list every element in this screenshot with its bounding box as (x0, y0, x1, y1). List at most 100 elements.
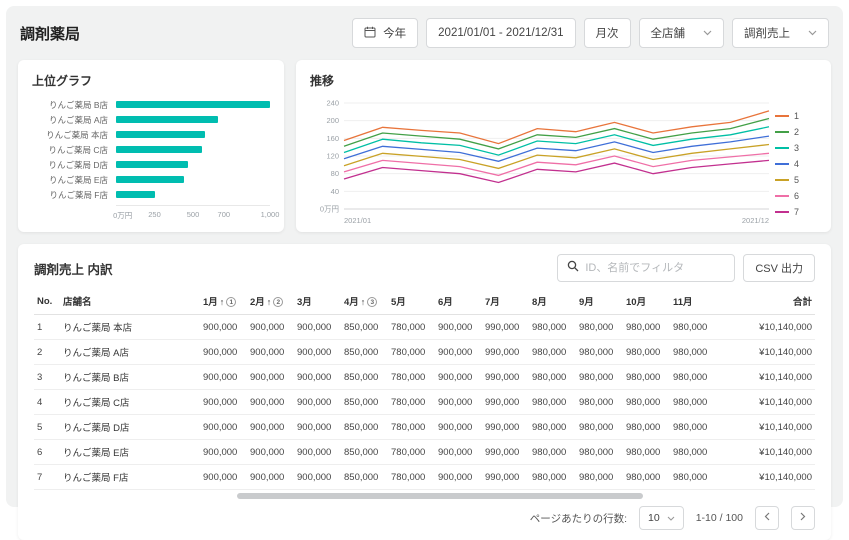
month-value-cell: 900,000 (294, 365, 341, 390)
bar-chart: りんご薬局 B店りんご薬局 A店りんご薬局 本店りんご薬局 C店りんご薬局 D店… (32, 97, 270, 202)
table-row[interactable]: 3りんご薬局 B店900,000900,000900,000850,000780… (34, 365, 815, 390)
month-value-cell: 980,000 (529, 340, 576, 365)
column-header[interactable]: 3月 (294, 288, 341, 315)
month-value-cell: 900,000 (200, 465, 247, 490)
store-select[interactable]: 全店舗 (639, 18, 725, 48)
month-value-cell: 900,000 (200, 440, 247, 465)
month-value-cell: 990,000 (482, 440, 529, 465)
month-value-cell: 980,000 (529, 390, 576, 415)
next-page-button[interactable] (791, 506, 815, 530)
calendar-icon (364, 26, 376, 41)
column-header[interactable]: 2月↑2 (247, 288, 294, 315)
legend-label: 5 (794, 175, 799, 185)
month-value-cell: 980,000 (670, 465, 717, 490)
svg-text:2021/01: 2021/01 (344, 216, 371, 225)
legend-item: 5 (775, 175, 813, 185)
month-value-cell: 850,000 (341, 465, 388, 490)
chevron-right-icon (800, 512, 806, 524)
month-value-cell: 900,000 (435, 340, 482, 365)
bar-row: りんご薬局 B店 (32, 97, 270, 112)
month-value-cell: 900,000 (247, 365, 294, 390)
month-value-cell: 900,000 (247, 390, 294, 415)
column-header[interactable]: 10月 (623, 288, 670, 315)
month-value-cell: 980,000 (670, 315, 717, 340)
month-value-cell: 780,000 (388, 465, 435, 490)
horizontal-scrollbar-thumb[interactable] (237, 493, 643, 499)
table-row[interactable]: 5りんご薬局 D店900,000900,000900,000850,000780… (34, 415, 815, 440)
table-row[interactable]: 1りんご薬局 本店900,000900,000900,000850,000780… (34, 315, 815, 340)
month-value-cell: 780,000 (388, 340, 435, 365)
filter-search-input[interactable] (585, 262, 725, 274)
legend-swatch (775, 211, 789, 213)
table-title: 調剤売上 内訳 (34, 259, 112, 278)
rows-per-page-select[interactable]: 10 (639, 506, 684, 530)
month-value-cell: 980,000 (529, 415, 576, 440)
sort-arrow-icon: ↑ (361, 297, 366, 307)
row-number-cell: 1 (34, 315, 60, 340)
column-header[interactable]: 8月 (529, 288, 576, 315)
month-value-cell: 980,000 (623, 315, 670, 340)
column-header[interactable]: 5月 (388, 288, 435, 315)
csv-export-button[interactable]: CSV 出力 (743, 254, 815, 282)
month-value-cell: 990,000 (482, 365, 529, 390)
row-number-cell: 6 (34, 440, 60, 465)
column-header[interactable]: 1月↑1 (200, 288, 247, 315)
granularity-monthly-button[interactable]: 月次 (584, 18, 631, 48)
metric-select[interactable]: 調剤売上 (732, 18, 829, 48)
month-value-cell: 990,000 (482, 390, 529, 415)
previous-page-button[interactable] (755, 506, 779, 530)
period-this-year-button[interactable]: 今年 (352, 18, 418, 48)
bar-label: りんご薬局 E店 (32, 174, 116, 186)
table-footer: ページあたりの行数: 10 1-10 / 100 (34, 504, 815, 532)
column-header[interactable]: 4月↑3 (341, 288, 388, 315)
table-row[interactable]: 6りんご薬局 E店900,000900,000900,000850,000780… (34, 440, 815, 465)
row-number-cell: 4 (34, 390, 60, 415)
table-row[interactable]: 4りんご薬局 C店900,000900,000900,000850,000780… (34, 390, 815, 415)
month-value-cell: 980,000 (529, 465, 576, 490)
month-value-cell: 990,000 (482, 315, 529, 340)
table-row[interactable]: 7りんご薬局 F店900,000900,000900,000850,000780… (34, 465, 815, 490)
column-header[interactable]: 6月 (435, 288, 482, 315)
store-name-cell: りんご薬局 本店 (60, 315, 200, 340)
month-value-cell: 980,000 (576, 465, 623, 490)
month-value-cell: 980,000 (623, 465, 670, 490)
date-range-value: 2021/01/01 - 2021/12/31 (438, 27, 563, 39)
month-value-cell: 900,000 (200, 315, 247, 340)
svg-text:120: 120 (326, 152, 339, 161)
row-number-cell: 3 (34, 365, 60, 390)
month-value-cell: 980,000 (670, 340, 717, 365)
legend-swatch (775, 195, 789, 197)
month-value-cell: 980,000 (576, 315, 623, 340)
line-chart-svg: 24020016012080400万円2021/012021/12 (310, 97, 775, 227)
month-value-cell: 980,000 (623, 365, 670, 390)
page-title: 調剤薬局 (20, 23, 80, 44)
month-value-cell: 990,000 (482, 415, 529, 440)
column-header[interactable]: 7月 (482, 288, 529, 315)
bar-label: りんご薬局 C店 (32, 144, 116, 156)
column-header[interactable]: 11月 (670, 288, 717, 315)
date-range-picker[interactable]: 2021/01/01 - 2021/12/31 (426, 18, 575, 48)
month-value-cell: 980,000 (670, 440, 717, 465)
legend-label: 2 (794, 127, 799, 137)
legend-swatch (775, 131, 789, 133)
page-range-label: 1-10 / 100 (696, 512, 743, 524)
table-row[interactable]: 2りんご薬局 A店900,000900,000900,000850,000780… (34, 340, 815, 365)
column-header[interactable]: 9月 (576, 288, 623, 315)
month-value-cell: 900,000 (247, 465, 294, 490)
charts-row: 上位グラフ りんご薬局 B店りんご薬局 A店りんご薬局 本店りんご薬局 C店りん… (18, 60, 831, 232)
breakdown-table-card: 調剤売上 内訳 CSV 出力 No.店舗名1月↑12月↑23月4月↑35月6月7… (18, 244, 831, 540)
bar-segment (116, 146, 202, 153)
month-value-cell: 850,000 (341, 340, 388, 365)
csv-export-label: CSV 出力 (755, 260, 803, 276)
header-controls: 今年 2021/01/01 - 2021/12/31 月次 全店舗 調剤売上 (352, 18, 829, 48)
total-cell: ¥10,140,000 (717, 390, 815, 415)
month-value-cell: 850,000 (341, 365, 388, 390)
bar-label: りんご薬局 B店 (32, 99, 116, 111)
bar-segment (116, 116, 218, 123)
column-header[interactable]: 合計 (717, 288, 815, 315)
month-value-cell: 900,000 (435, 315, 482, 340)
row-number-cell: 2 (34, 340, 60, 365)
month-value-cell: 900,000 (435, 415, 482, 440)
month-value-cell: 900,000 (200, 390, 247, 415)
filter-search-box[interactable] (557, 254, 735, 282)
